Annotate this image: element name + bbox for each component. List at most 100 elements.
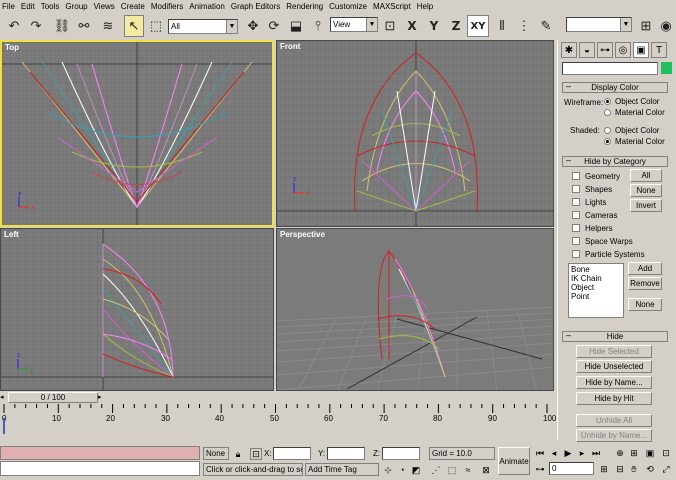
reference-coord-dropdown[interactable]: View ▼: [330, 17, 378, 32]
link-icon[interactable]: ⛓: [52, 15, 72, 37]
menu-group[interactable]: Group: [65, 2, 87, 11]
menu-animation[interactable]: Animation: [189, 2, 225, 11]
helpers-checkbox[interactable]: [572, 224, 580, 232]
mirror-icon[interactable]: ⫴: [492, 15, 512, 37]
spinner-snap-icon[interactable]: ⋰: [430, 464, 442, 476]
category-listbox[interactable]: Bone IK Chain Object Point: [568, 263, 624, 318]
maxscript-listener-mini[interactable]: [0, 446, 200, 460]
angle-snap-icon[interactable]: ◔: [396, 464, 408, 476]
motion-tab-icon[interactable]: ◎: [615, 42, 631, 58]
all-button[interactable]: All: [630, 169, 662, 182]
modify-tab-icon[interactable]: ◒: [579, 42, 595, 58]
add-time-tag-button[interactable]: Add Time Tag: [305, 463, 379, 476]
hierarchy-tab-icon[interactable]: ⊶: [597, 42, 613, 58]
geometry-checkbox[interactable]: [572, 172, 580, 180]
unhide-by-name-button[interactable]: Unhide by Name...: [576, 429, 652, 442]
hide-unselected-button[interactable]: Hide Unselected: [576, 360, 652, 373]
shapes-checkbox[interactable]: [572, 185, 580, 193]
time-slider-track[interactable]: ◂ 0 / 100 ▸: [0, 391, 557, 404]
redo-icon[interactable]: ↷: [26, 15, 46, 37]
menu-edit[interactable]: Edit: [21, 2, 35, 11]
move-icon[interactable]: ✥: [243, 15, 263, 37]
time-slider-thumb[interactable]: 0 / 100: [8, 392, 98, 403]
squash-icon[interactable]: ⫯: [308, 15, 328, 37]
zoom-icon[interactable]: ⊕: [614, 447, 626, 459]
axis-y-button[interactable]: Y: [424, 15, 444, 37]
add-button[interactable]: Add: [628, 262, 662, 275]
arc-rotate-icon[interactable]: ⟲: [644, 463, 656, 475]
maximize-viewport-icon[interactable]: ⤢: [660, 463, 672, 475]
next-frame-icon[interactable]: ▸: [576, 447, 588, 459]
absolute-mode-icon[interactable]: ⊡: [250, 448, 262, 460]
rotate-icon[interactable]: ⟳: [264, 15, 284, 37]
menu-rendering[interactable]: Rendering: [286, 2, 323, 11]
unlink-icon[interactable]: ⚯: [74, 15, 94, 37]
axis-xy-button[interactable]: XY: [467, 15, 489, 37]
wireframe-object-color-radio[interactable]: [604, 98, 611, 105]
display-tab-icon[interactable]: ▣: [633, 42, 649, 58]
percent-snap-icon[interactable]: ◩: [410, 464, 422, 476]
unhide-all-button[interactable]: Unhide All: [576, 414, 652, 427]
pan-icon[interactable]: ✋︎: [628, 463, 640, 475]
region-select-icon[interactable]: ⬚: [146, 15, 166, 37]
utilities-tab-icon[interactable]: T: [651, 42, 667, 58]
invert-button[interactable]: Invert: [630, 199, 662, 212]
named-selection-dropdown[interactable]: ▼: [566, 17, 632, 32]
cameras-checkbox[interactable]: [572, 211, 580, 219]
viewport-label-front[interactable]: Front: [280, 42, 300, 51]
prev-frame-icon[interactable]: ◂: [548, 447, 560, 459]
key-mode-icon[interactable]: ⊶: [534, 463, 546, 475]
viewport-label-top[interactable]: Top: [5, 43, 19, 52]
menu-help[interactable]: Help: [417, 2, 433, 11]
play-icon[interactable]: ▶: [562, 447, 574, 459]
bind-spacewarp-icon[interactable]: ≋: [98, 15, 118, 37]
material-editor-icon[interactable]: ✎: [536, 15, 556, 37]
viewport-front[interactable]: z x Front: [276, 40, 554, 227]
slider-next-icon[interactable]: ▸: [98, 393, 106, 402]
axis-z-button[interactable]: Z: [446, 15, 466, 37]
list-item[interactable]: Bone: [571, 265, 621, 274]
hide-rollout[interactable]: – Hide: [562, 330, 668, 342]
degradation-icon[interactable]: ≈: [462, 464, 474, 476]
z-coord-field[interactable]: [382, 447, 420, 460]
keyboard-shortcut-icon[interactable]: ⊠: [480, 464, 492, 476]
viewport-top[interactable]: y x Top: [0, 40, 274, 227]
undo-icon[interactable]: ↶: [4, 15, 24, 37]
snap-toggle-icon[interactable]: ⊹: [382, 464, 394, 476]
menu-customize[interactable]: Customize: [329, 2, 367, 11]
hide-by-hit-button[interactable]: Hide by Hit: [576, 392, 652, 405]
menu-views[interactable]: Views: [94, 2, 115, 11]
menu-maxscript[interactable]: MAXScript: [373, 2, 411, 11]
hide-selected-button[interactable]: Hide Selected: [576, 345, 652, 358]
particle-systems-checkbox[interactable]: [572, 250, 580, 258]
viewport-perspective[interactable]: Perspective: [276, 228, 554, 391]
slider-prev-icon[interactable]: ◂: [0, 393, 8, 402]
menu-file[interactable]: File: [2, 2, 15, 11]
current-frame-field[interactable]: 0: [549, 462, 594, 475]
lock-icon[interactable]: 🔒︎: [232, 448, 244, 460]
menu-tools[interactable]: Tools: [41, 2, 60, 11]
select-object-icon[interactable]: ↖: [124, 15, 144, 37]
menu-create[interactable]: Create: [121, 2, 145, 11]
lights-checkbox[interactable]: [572, 198, 580, 206]
viewport-label-perspective[interactable]: Perspective: [280, 230, 325, 239]
render-scene-icon[interactable]: ⊞: [636, 15, 656, 37]
object-color-swatch[interactable]: [661, 62, 672, 74]
region-zoom-icon[interactable]: ⊟: [614, 463, 626, 475]
y-coord-field[interactable]: [327, 447, 365, 460]
create-tab-icon[interactable]: ✱: [561, 42, 577, 58]
wireframe-material-color-radio[interactable]: [604, 109, 611, 116]
none-button[interactable]: None: [630, 184, 662, 197]
space-warps-checkbox[interactable]: [572, 237, 580, 245]
pivot-center-icon[interactable]: ⊡: [380, 15, 400, 37]
zoom-extents-icon[interactable]: ▣: [644, 447, 656, 459]
hide-by-name-button[interactable]: Hide by Name...: [576, 376, 652, 389]
zoom-extents-all-icon[interactable]: ⊡: [660, 447, 672, 459]
object-name-field[interactable]: [562, 62, 658, 75]
list-item[interactable]: IK Chain Object: [571, 274, 621, 292]
selection-filter-dropdown[interactable]: All ▼: [168, 19, 238, 34]
menu-modifiers[interactable]: Modifiers: [151, 2, 183, 11]
axis-x-button[interactable]: X: [402, 15, 422, 37]
list-item[interactable]: Point: [571, 292, 621, 301]
goto-end-icon[interactable]: ⏭: [590, 447, 602, 459]
